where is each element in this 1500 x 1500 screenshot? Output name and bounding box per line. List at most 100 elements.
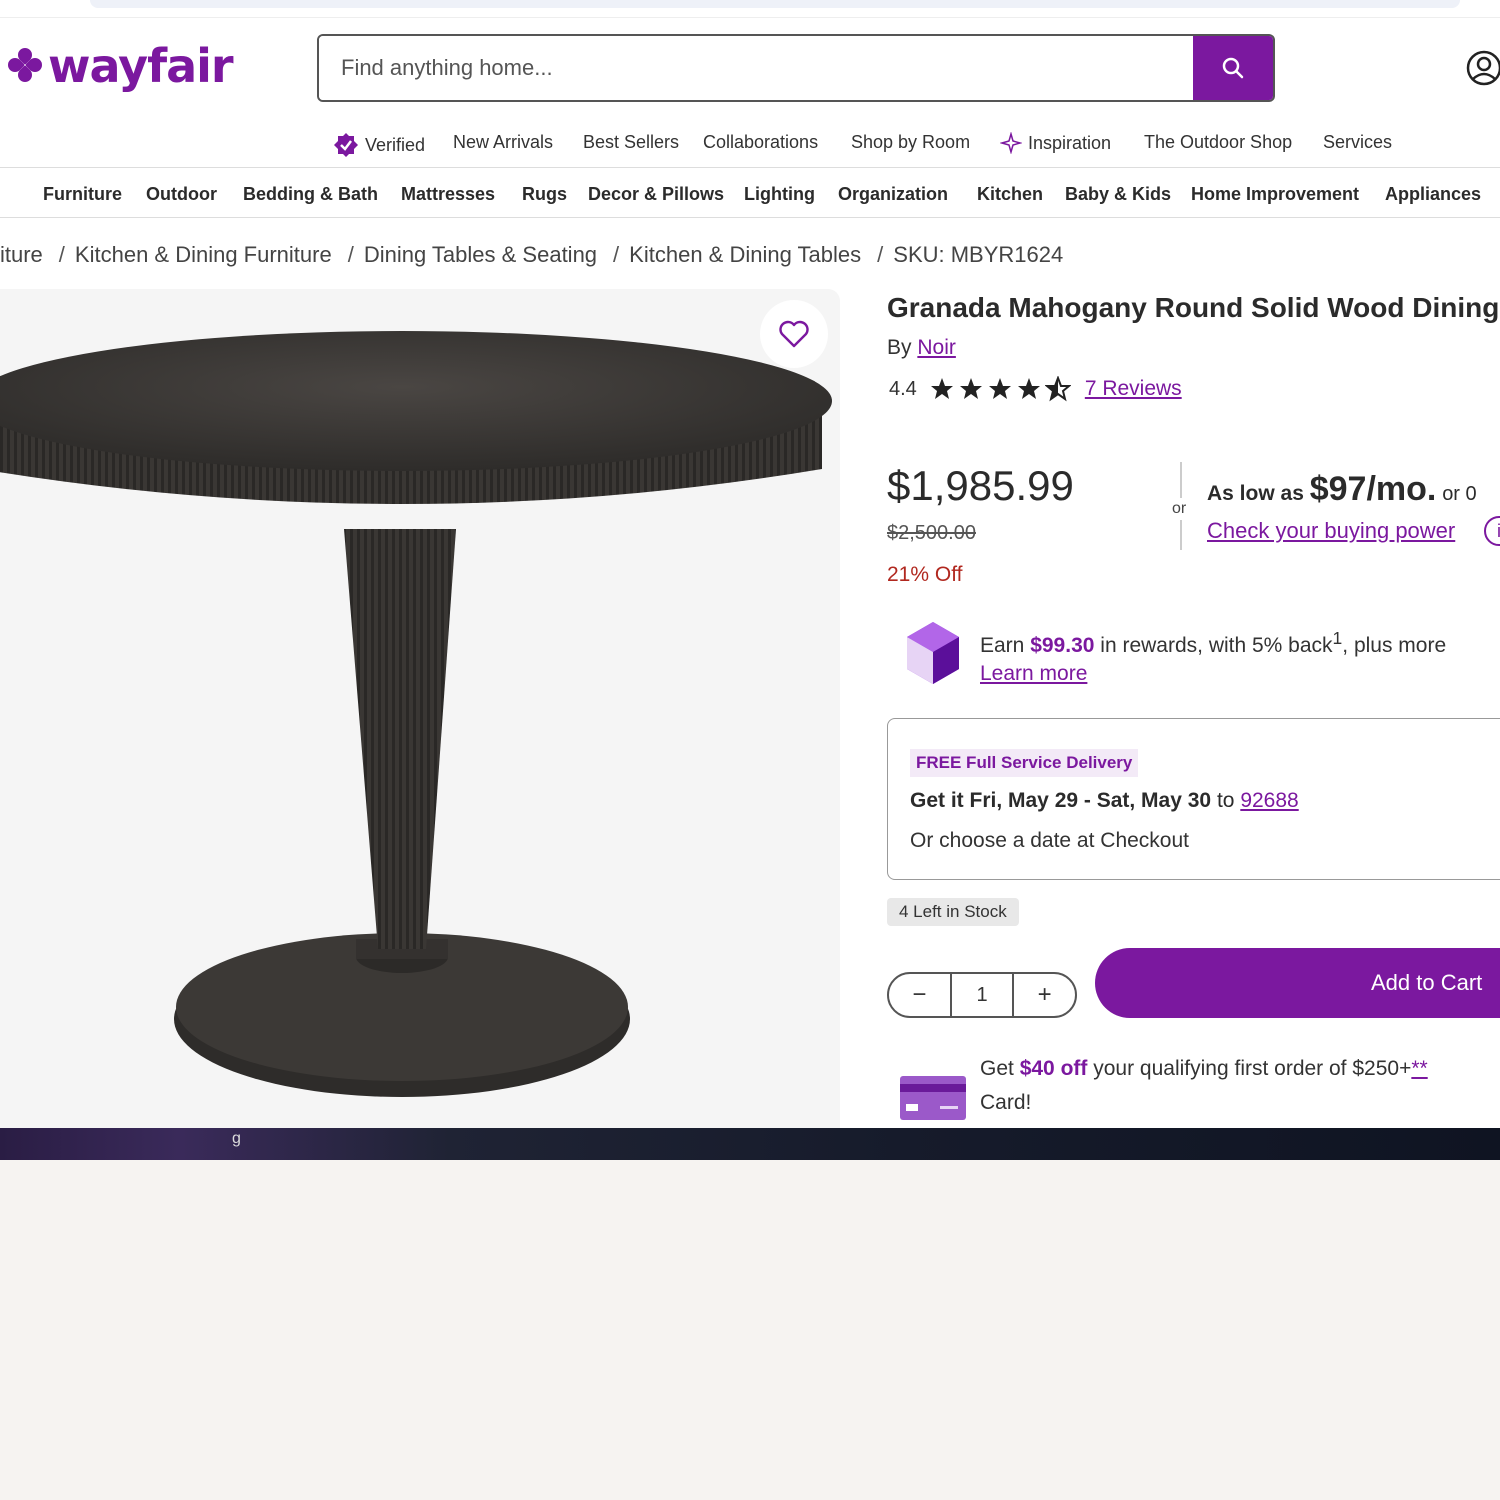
category-baby-kids[interactable]: Baby & Kids	[1065, 184, 1171, 205]
reviews-link[interactable]: 7 Reviews	[1085, 377, 1182, 401]
delivery-box: FREE Full Service Delivery Get it Fri, M…	[887, 718, 1500, 880]
bottom-overlay-strip: g	[0, 1128, 1500, 1160]
favorite-button[interactable]	[760, 300, 828, 368]
account-icon[interactable]	[1466, 50, 1500, 86]
category-furniture[interactable]: Furniture	[43, 184, 122, 205]
nav-verified-label: Verified	[365, 134, 426, 155]
delivery-window: Get it Fri, May 29 - Sat, May 30	[910, 789, 1212, 812]
financing-suffix: or 0	[1442, 483, 1477, 505]
half-star-icon	[1044, 376, 1071, 402]
info-icon[interactable]: i	[1484, 516, 1500, 546]
decrease-quantity-button[interactable]: −	[889, 974, 950, 1016]
brand-link[interactable]: Noir	[917, 336, 956, 359]
browser-viewport: wayfair Verified New Arrivals Best Selle…	[0, 0, 1500, 1160]
search-bar	[317, 34, 1275, 102]
offer-footnote-link[interactable]: **	[1411, 1057, 1427, 1080]
category-outdoor[interactable]: Outdoor	[146, 184, 217, 205]
star-icon	[930, 378, 953, 399]
category-lighting[interactable]: Lighting	[744, 184, 815, 205]
category-organization[interactable]: Organization	[838, 184, 948, 205]
rewards-suffix: , plus more	[1342, 634, 1447, 657]
category-appliances[interactable]: Appliances	[1385, 184, 1481, 205]
search-input[interactable]	[319, 36, 1193, 100]
discount-label: 21% Off	[887, 563, 963, 586]
breadcrumb-furniture[interactable]: iture	[0, 242, 43, 267]
or-label: or	[1172, 498, 1187, 520]
breadcrumb-kitchen-dining-furniture[interactable]: Kitchen & Dining Furniture	[75, 242, 332, 267]
product-rating: 4.4 7 Reviews	[889, 376, 1182, 402]
nav-inspiration[interactable]: Inspiration	[1000, 132, 1111, 154]
offer-middle: your qualifying first order of $250+	[1093, 1057, 1412, 1080]
breadcrumb-separator: /	[877, 242, 884, 267]
nav-inspiration-label: Inspiration	[1028, 132, 1112, 153]
nav-collaborations[interactable]: Collaborations	[703, 132, 818, 153]
financing-prefix: As low as	[1207, 482, 1304, 505]
rewards-gem-icon	[907, 622, 959, 684]
bottom-strip-text: g	[232, 1130, 241, 1147]
category-home-improvement[interactable]: Home Improvement	[1191, 184, 1359, 205]
nav-best-sellers[interactable]: Best Sellers	[583, 132, 679, 153]
category-mattresses[interactable]: Mattresses	[401, 184, 495, 205]
learn-more-link[interactable]: Learn more	[980, 662, 1087, 686]
product-title: Granada Mahogany Round Solid Wood Dining	[887, 292, 1500, 323]
credit-card-icon	[900, 1076, 966, 1120]
browser-top-strip	[0, 0, 1500, 18]
rewards-middle: in rewards, with 5% back	[1100, 634, 1333, 657]
product-byline: By Noir	[887, 336, 956, 360]
offer-amount: $40 off	[1019, 1057, 1088, 1080]
financing-offer: As low as $97/mo. or 0	[1207, 470, 1477, 509]
choose-date-text: Or choose a date at Checkout	[910, 829, 1189, 852]
add-to-cart-button[interactable]: Add to Cart	[1095, 948, 1500, 1018]
breadcrumb-separator: /	[347, 242, 354, 267]
stock-badge: 4 Left in Stock	[887, 898, 1019, 926]
original-price: $2,500.00	[887, 522, 976, 544]
nav-shop-by-room[interactable]: Shop by Room	[851, 132, 970, 153]
category-decor-pillows[interactable]: Decor & Pillows	[588, 184, 724, 205]
address-bar[interactable]	[90, 0, 1460, 8]
breadcrumb-separator: /	[58, 242, 65, 267]
search-icon	[1222, 57, 1244, 79]
quantity-stepper: − 1 +	[887, 972, 1077, 1018]
sparkle-icon	[1000, 132, 1022, 154]
financing-amount: $97/mo.	[1309, 470, 1437, 508]
nav-new-arrivals[interactable]: New Arrivals	[453, 132, 553, 153]
offer-prefix: Get	[980, 1057, 1014, 1080]
star-rating	[929, 376, 1071, 402]
star-icon	[959, 378, 982, 399]
by-prefix: By	[887, 336, 912, 359]
rewards-prefix: Earn	[980, 634, 1025, 657]
breadcrumb-sku: SKU: MBYR1624	[893, 242, 1064, 267]
secondary-nav: Verified New Arrivals Best Sellers Colla…	[0, 122, 1500, 168]
star-icon	[1017, 378, 1040, 399]
logo-wordmark: wayfair	[48, 39, 234, 93]
category-bedding-bath[interactable]: Bedding & Bath	[243, 184, 378, 205]
breadcrumb-separator: /	[613, 242, 620, 267]
nav-outdoor-shop[interactable]: The Outdoor Shop	[1144, 132, 1292, 153]
nav-verified[interactable]: Verified	[333, 132, 425, 158]
search-button[interactable]	[1193, 36, 1273, 100]
category-nav: Furniture Outdoor Bedding & Bath Mattres…	[0, 168, 1500, 218]
product-image-panel[interactable]	[0, 289, 840, 1129]
heart-icon	[779, 320, 809, 348]
rewards-amount: $99.30	[1030, 634, 1095, 657]
category-kitchen[interactable]: Kitchen	[977, 184, 1043, 205]
delivery-dates: Get it Fri, May 29 - Sat, May 30 to 9268…	[910, 789, 1299, 813]
sale-price: $1,985.99	[887, 462, 1074, 509]
zip-code-link[interactable]: 92688	[1240, 789, 1298, 812]
star-icon	[988, 378, 1011, 399]
card-offer-text: Get $40 off your qualifying first order …	[980, 1052, 1500, 1120]
quantity-value[interactable]: 1	[949, 974, 1015, 1016]
breadcrumb-kitchen-dining-tables[interactable]: Kitchen & Dining Tables	[629, 242, 861, 267]
breadcrumb-dining-tables-seating[interactable]: Dining Tables & Seating	[364, 242, 597, 267]
nav-services[interactable]: Services	[1323, 132, 1392, 153]
wayfair-logo[interactable]: wayfair	[5, 39, 234, 93]
buying-power-link[interactable]: Check your buying power	[1207, 518, 1455, 544]
product-image-table	[0, 331, 832, 1097]
free-delivery-tag: FREE Full Service Delivery	[910, 749, 1139, 777]
increase-quantity-button[interactable]: +	[1014, 974, 1075, 1016]
rating-value: 4.4	[889, 377, 917, 400]
delivery-to: to	[1216, 789, 1235, 812]
wayfair-logo-mark	[5, 45, 45, 85]
category-rugs[interactable]: Rugs	[522, 184, 567, 205]
breadcrumb: iture / Kitchen & Dining Furniture / Dining …	[0, 242, 1069, 268]
